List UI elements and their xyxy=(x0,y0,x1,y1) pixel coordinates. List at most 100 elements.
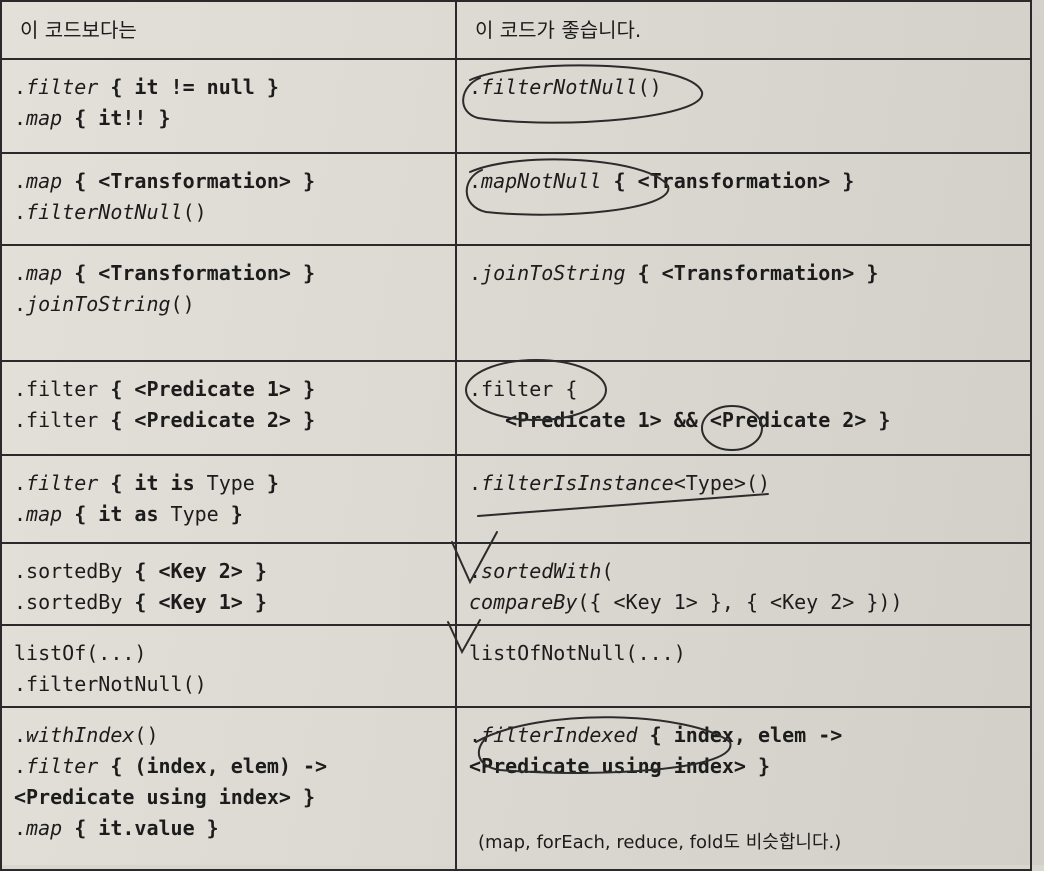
code-line: .map { it as Type } xyxy=(14,499,441,530)
code-line: .map { it!! } xyxy=(14,103,441,134)
code-token: . xyxy=(14,723,27,747)
code-token: filter xyxy=(26,75,99,99)
code-token: { <Transformation> } xyxy=(625,261,879,285)
code-line: .sortedWith( xyxy=(469,556,1016,587)
code-line: .sortedBy { <Key 1> } xyxy=(14,587,441,618)
code-token: { it.value } xyxy=(62,816,219,840)
code-token: } xyxy=(218,502,243,526)
header-row: 이 코드보다는 이 코드가 좋습니다. xyxy=(0,0,1032,60)
header-left: 이 코드보다는 xyxy=(0,0,457,60)
code-token: map xyxy=(26,106,63,130)
code-line: .joinToString { <Transformation> } xyxy=(469,258,1016,289)
code-line: .filter { xyxy=(469,374,1016,405)
table-row: .sortedBy { <Key 2> } .sortedBy { <Key 1>… xyxy=(0,542,1032,626)
code-token: { (index, elem) -> xyxy=(98,754,328,778)
code-token: Type xyxy=(206,471,255,495)
code-token: compareBy xyxy=(469,590,578,614)
code-token: .filterNotNull() xyxy=(14,672,207,696)
code-token: withIndex xyxy=(26,723,135,747)
code-line: .filterNotNull() xyxy=(469,72,1016,103)
code-line: .map { it.value } xyxy=(14,813,441,844)
code-token: { <Transformation> } xyxy=(62,261,316,285)
row-2-right: .mapNotNull { <Transformation> } xyxy=(455,152,1032,246)
code-token: <Predicate using index> } xyxy=(14,785,316,809)
code-line: .map { <Transformation> } xyxy=(14,166,441,197)
code-line: .filterIndexed { index, elem -> xyxy=(469,720,1016,751)
code-token: mapNotNull xyxy=(481,169,602,193)
code-token: . xyxy=(14,471,27,495)
code-token: } xyxy=(254,471,279,495)
row-4-left: .filter { <Predicate 1> } .filter { <Pred… xyxy=(0,360,457,456)
code-line: .map { <Transformation> } xyxy=(14,258,441,289)
table-row: .filter { it is Type } .map { it as Type … xyxy=(0,454,1032,544)
note-text: (map, forEach, reduce, fold도 비슷합니다.) xyxy=(478,832,842,853)
code-token: { <Predicate 1> } xyxy=(98,377,316,401)
code-token: ({ <Key 1> }, { <Key 2> })) xyxy=(577,590,903,614)
code-line: .filter { <Predicate 1> } xyxy=(14,374,441,405)
code-token: . xyxy=(14,169,27,193)
code-token: .filter xyxy=(14,377,99,401)
code-token: joinToString xyxy=(481,261,626,285)
code-token: filter xyxy=(26,754,99,778)
code-token: . xyxy=(469,169,482,193)
code-line: .filterIsInstance<Type>() xyxy=(469,468,1016,499)
code-token: map xyxy=(26,816,63,840)
code-token: . xyxy=(14,754,27,778)
book-page: 이 코드보다는 이 코드가 좋습니다. .filter { it != null… xyxy=(0,0,1044,871)
table-row: .map { <Transformation> } .filterNotNull(… xyxy=(0,152,1032,246)
row-5-right: .filterIsInstance<Type>() xyxy=(455,454,1032,544)
code-token: filterNotNull xyxy=(481,75,638,99)
row-7-left: listOf(...) .filterNotNull() xyxy=(0,624,457,708)
code-token: <Predicate using index> } xyxy=(469,754,771,778)
code-line: .filter { <Predicate 2> } xyxy=(14,405,441,436)
code-token: { it as xyxy=(62,502,171,526)
code-line: compareBy({ <Key 1> }, { <Key 2> })) xyxy=(469,587,1016,618)
code-token: () xyxy=(182,200,207,224)
table-row: listOf(...) .filterNotNull() listOfNotNull… xyxy=(0,624,1032,708)
code-line: .mapNotNull { <Transformation> } xyxy=(469,166,1016,197)
code-token: filterIsInstance xyxy=(481,471,674,495)
row-1-left: .filter { it != null } .map { it!! } xyxy=(0,58,457,154)
code-token: <Predicate 1> && <Predicate 2> } xyxy=(469,408,891,432)
code-line: .filterNotNull() xyxy=(14,669,441,700)
code-line: <Predicate using index> } xyxy=(469,751,1016,782)
code-token: { index, elem -> xyxy=(637,723,843,747)
code-line: listOf(...) xyxy=(14,638,441,669)
code-line: .filter { (index, elem) -> xyxy=(14,751,441,782)
code-token: <Type>() xyxy=(673,471,771,495)
code-line: .joinToString() xyxy=(14,289,441,320)
comparison-table: 이 코드보다는 이 코드가 좋습니다. .filter { it != null… xyxy=(0,0,1032,871)
code-token: . xyxy=(14,816,27,840)
code-line: .filterNotNull() xyxy=(14,197,441,228)
row-6-left: .sortedBy { <Key 2> } .sortedBy { <Key 1>… xyxy=(0,542,457,626)
code-token: () xyxy=(637,75,662,99)
table-row: .filter { <Predicate 1> } .filter { <Pred… xyxy=(0,360,1032,456)
code-line: .filter { it != null } xyxy=(14,72,441,103)
code-line: listOfNotNull(...) xyxy=(469,638,1016,669)
code-token: sortedWith xyxy=(481,559,602,583)
code-token: .filter { xyxy=(469,377,578,401)
code-token: () xyxy=(134,723,159,747)
code-token: . xyxy=(469,559,482,583)
code-token: filterNotNull xyxy=(26,200,183,224)
code-token: { <Key 1> } xyxy=(122,590,267,614)
row-1-right: .filterNotNull() xyxy=(455,58,1032,154)
code-token: map xyxy=(26,502,63,526)
code-token: { it!! } xyxy=(62,106,171,130)
code-token: .sortedBy xyxy=(14,559,123,583)
row-5-left: .filter { it is Type } .map { it as Type … xyxy=(0,454,457,544)
row-4-right: .filter { <Predicate 1> && <Predicate 2>… xyxy=(455,360,1032,456)
row-3-left: .map { <Transformation> } .joinToString() xyxy=(0,244,457,362)
row-6-right: .sortedWith(compareBy({ <Key 1> }, { <Ke… xyxy=(455,542,1032,626)
code-token: . xyxy=(469,723,482,747)
code-token: joinToString xyxy=(26,292,171,316)
row-3-right: .joinToString { <Transformation> } xyxy=(455,244,1032,362)
code-token: filter xyxy=(26,471,99,495)
code-token: ( xyxy=(601,559,614,583)
code-token: { it != null } xyxy=(98,75,279,99)
code-token: { <Transformation> } xyxy=(601,169,855,193)
table-row: .map { <Transformation> } .joinToString()… xyxy=(0,244,1032,362)
code-token: . xyxy=(14,106,27,130)
code-token: { it is xyxy=(98,471,207,495)
code-token: listOf(...) xyxy=(14,641,147,665)
